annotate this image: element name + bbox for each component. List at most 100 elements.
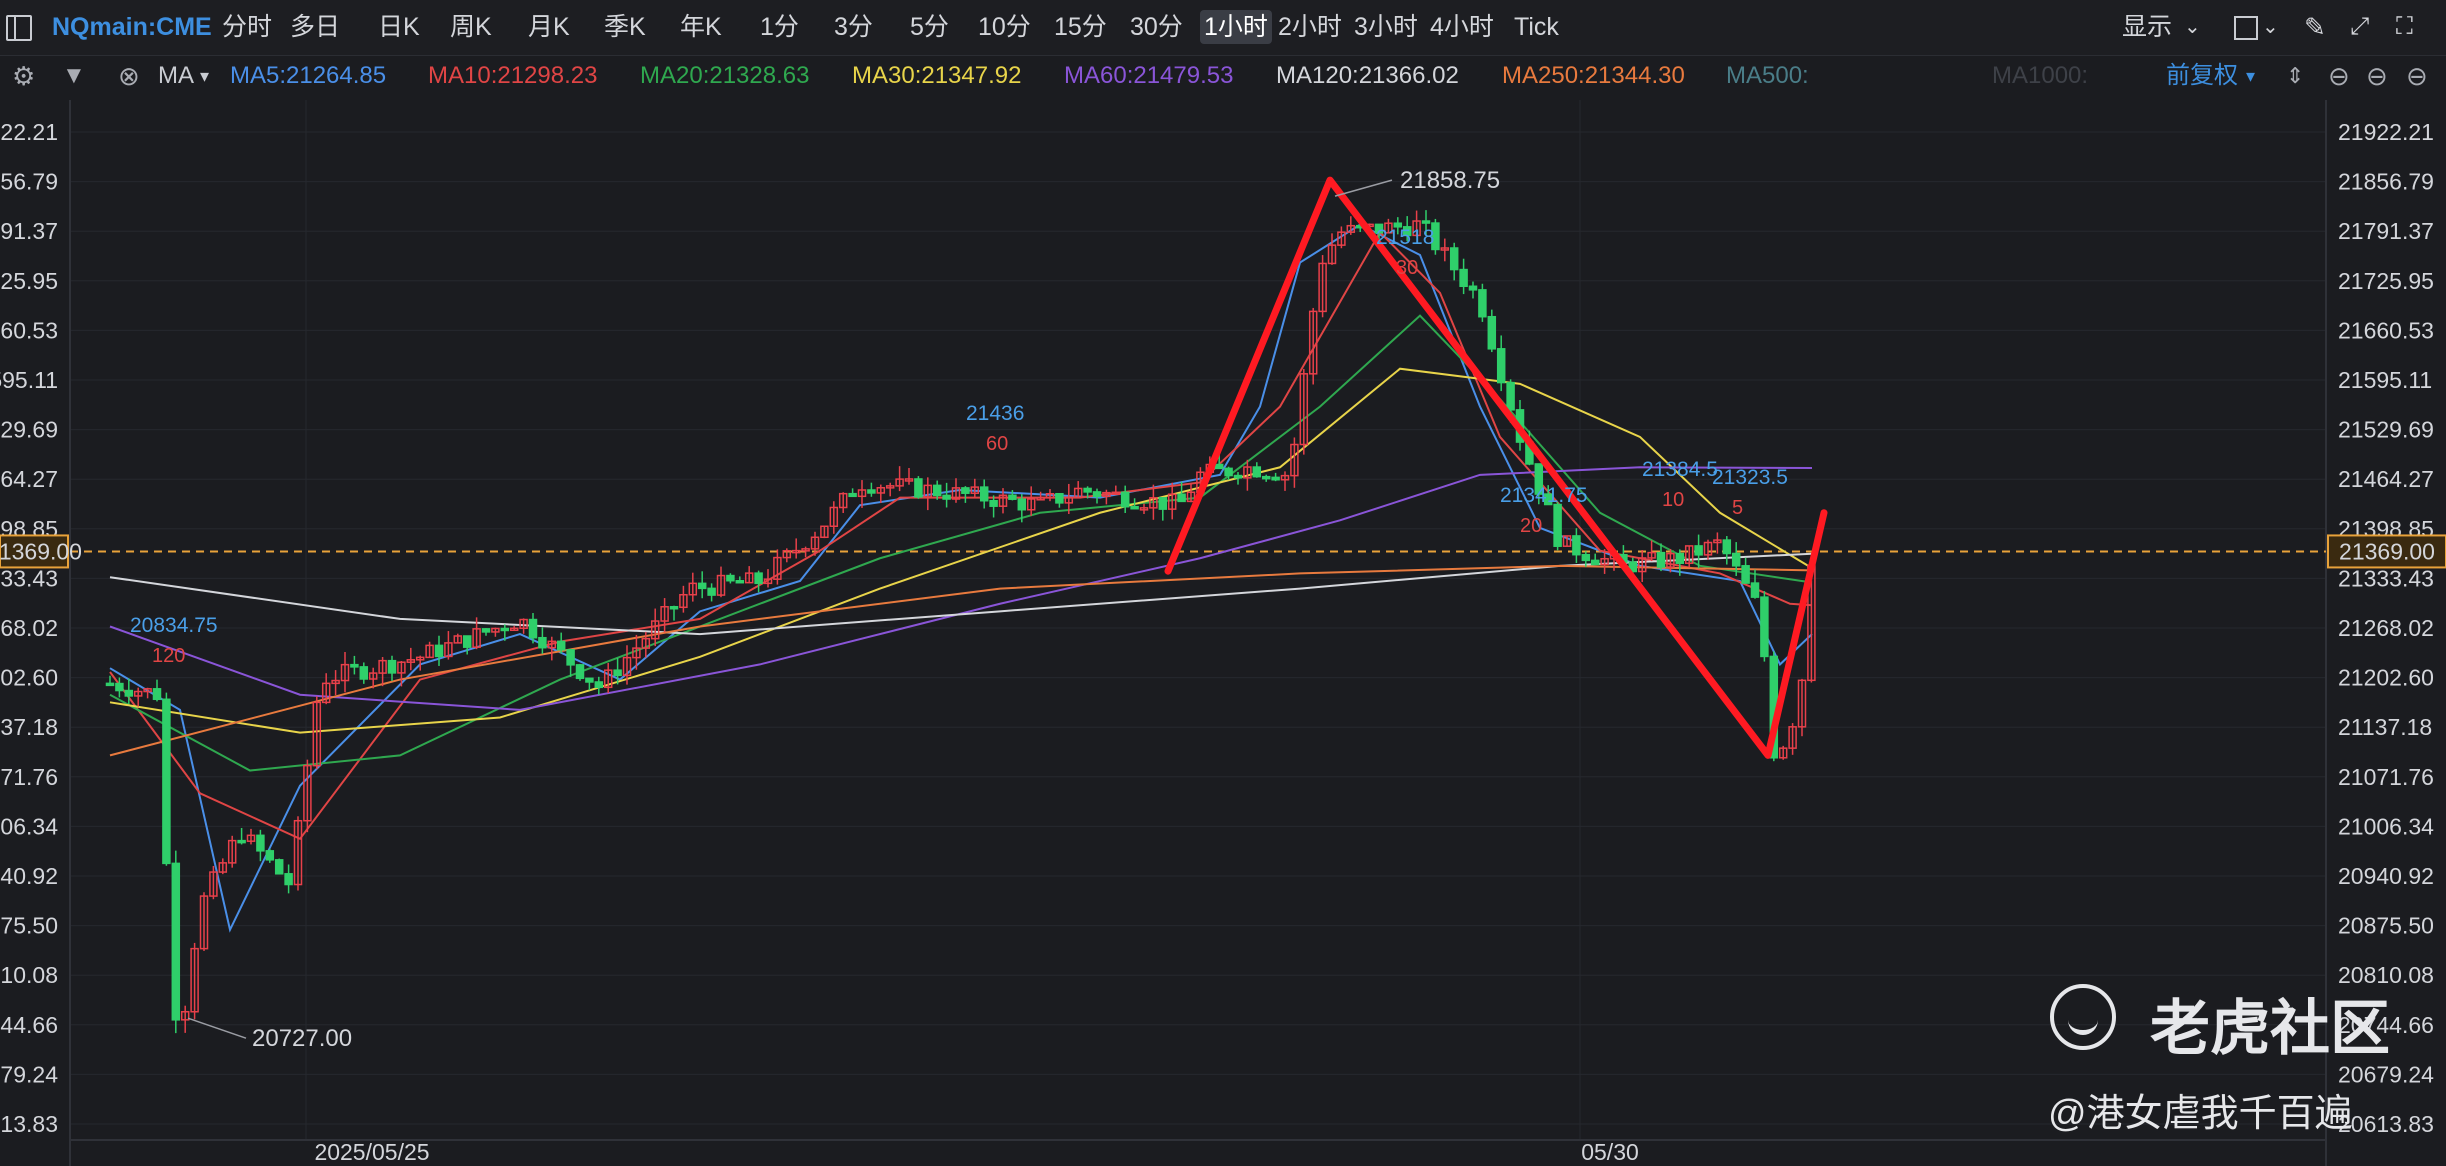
candle-body (961, 487, 970, 494)
settings-gear-icon[interactable]: ⚙ (12, 60, 35, 92)
candle-body (942, 494, 951, 500)
ma-period-mark: 120 (152, 645, 185, 667)
candle-body (556, 640, 566, 651)
sidebar-toggle-icon[interactable] (6, 15, 32, 41)
candle-body (1694, 545, 1703, 556)
display-menu[interactable]: 显示 (2122, 10, 2172, 44)
ma-period-mark: 60 (986, 433, 1008, 455)
y-axis-label-right: 21791.37 (2338, 218, 2434, 244)
candle-body (1261, 475, 1271, 480)
period-tab[interactable]: 日K (378, 10, 420, 44)
ma-legend-item[interactable]: MA10:21298.23 (428, 60, 597, 92)
expand-icon[interactable]: ⤢ (2350, 10, 2369, 44)
period-tab[interactable]: 3分 (834, 10, 873, 44)
candle-body (152, 688, 162, 701)
candle-body (162, 698, 171, 865)
y-axis-label-right: 21464.27 (2338, 466, 2434, 492)
period-tab[interactable]: 1小时 (1200, 10, 1272, 44)
candle-body (1158, 497, 1168, 510)
candle-body (387, 659, 397, 674)
period-tab[interactable]: 分时 (222, 10, 272, 44)
candle-body (914, 478, 923, 498)
period-tab[interactable]: 周K (450, 10, 492, 44)
candle-body (434, 644, 444, 658)
candle-body (1468, 285, 1478, 291)
ma-legend-item[interactable]: MA1000: (1992, 60, 2088, 92)
period-tab[interactable]: 年K (680, 10, 722, 44)
candle-body (1008, 494, 1017, 500)
y-axis-label-right: 21595.11 (2338, 367, 2432, 393)
dropdown-circle-icon[interactable]: ▼ (62, 60, 86, 92)
candle-body (1017, 498, 1027, 511)
candle-body (735, 579, 745, 584)
candle-body (575, 664, 585, 680)
chevron-down-icon[interactable]: ⌄ (2184, 10, 2201, 44)
y-axis-label-left: 21856.79 (0, 169, 58, 195)
candle-body (1590, 559, 1600, 566)
y-axis-label-left: 20810.08 (0, 962, 58, 988)
chevron-down-icon[interactable]: ⌄ (2262, 10, 2279, 44)
period-tab[interactable]: 2小时 (1278, 10, 1342, 44)
adjust-mode-button[interactable]: 前复权 (2166, 60, 2238, 92)
period-tab[interactable]: 10分 (978, 10, 1031, 44)
candle-body (1722, 539, 1732, 555)
collapse-icon[interactable]: ⇕ (2286, 60, 2304, 92)
chevron-down-icon[interactable]: ▾ (2246, 60, 2255, 92)
minus-circle-icon[interactable]: ⊖ (2328, 60, 2350, 92)
ma-value-mark: 21518 (1376, 226, 1434, 249)
ma-legend-item[interactable]: MA500: (1726, 60, 1809, 92)
indicator-label[interactable]: MA (158, 60, 194, 92)
current-price-tag-right: 21369.00 (2339, 538, 2435, 564)
candle-body (1487, 315, 1497, 350)
draw-pen-icon[interactable]: ✎ (2304, 10, 2326, 44)
period-tab[interactable]: 3小时 (1354, 10, 1418, 44)
chart-app: NQmain:CME 分时 多日 日K 周K 月K 季K 年K 1分 3分 5分 10分 15分 30分… (0, 0, 2446, 1166)
candle-body (1553, 503, 1562, 547)
close-circle-icon[interactable]: ⊗ (118, 60, 140, 92)
high-price-label: 21858.75 (1400, 167, 1500, 194)
candle-body (1271, 476, 1280, 481)
candle-body (1449, 247, 1459, 271)
ma-legend-item[interactable]: MA20:21328.63 (640, 60, 809, 92)
fullscreen-icon[interactable]: ⛶ (2396, 10, 2413, 44)
candle-body (359, 666, 369, 680)
y-axis-label-left: 21071.76 (0, 764, 58, 790)
minus-circle-icon[interactable]: ⊖ (2366, 60, 2388, 92)
period-tab[interactable]: 1分 (760, 10, 799, 44)
ma-legend-item[interactable]: MA250:21344.30 (1502, 60, 1685, 92)
period-tab[interactable]: Tick (1514, 10, 1559, 44)
candle-body (1506, 381, 1515, 411)
period-tab[interactable]: 季K (604, 10, 646, 44)
y-axis-label-right: 20940.92 (2338, 863, 2434, 889)
low-price-label: 20727.00 (252, 1025, 352, 1052)
candle-body (1224, 467, 1233, 477)
period-tab[interactable]: 月K (528, 10, 570, 44)
candle-body (613, 669, 622, 677)
checkbox-icon[interactable] (2234, 16, 2258, 40)
ma-legend-item[interactable]: MA60:21479.53 (1064, 60, 1233, 92)
candle-body (1478, 289, 1487, 318)
ma-legend-item[interactable]: MA30:21347.92 (852, 60, 1021, 92)
candle-body (1092, 491, 1102, 498)
candle-body (1214, 463, 1224, 470)
ma-legend-item[interactable]: MA120:21366.02 (1276, 60, 1459, 92)
symbol-label[interactable]: NQmain:CME (52, 10, 212, 44)
candle-body (867, 489, 876, 494)
period-tab[interactable]: 4小时 (1430, 10, 1494, 44)
y-axis-label-left: 21268.02 (0, 615, 58, 641)
y-axis-label-left: 20940.92 (0, 863, 58, 889)
period-tab[interactable]: 5分 (910, 10, 949, 44)
y-axis-label-right: 21333.43 (2338, 565, 2434, 591)
y-axis-label-left: 21529.69 (0, 417, 58, 443)
brand-watermark: 老虎社区 (2150, 995, 2390, 1062)
candle-body (1496, 348, 1506, 384)
minus-circle-icon[interactable]: ⊖ (2406, 60, 2428, 92)
y-axis-label-right: 21660.53 (2338, 317, 2434, 343)
period-tab[interactable]: 15分 (1054, 10, 1107, 44)
period-tab[interactable]: 30分 (1130, 10, 1183, 44)
candle-body (1252, 466, 1262, 478)
y-axis-label-right: 20875.50 (2338, 913, 2434, 939)
period-tab[interactable]: 多日 (290, 10, 340, 44)
ma-legend-item[interactable]: MA5:21264.85 (230, 60, 386, 92)
chevron-down-icon[interactable]: ▾ (200, 60, 209, 92)
